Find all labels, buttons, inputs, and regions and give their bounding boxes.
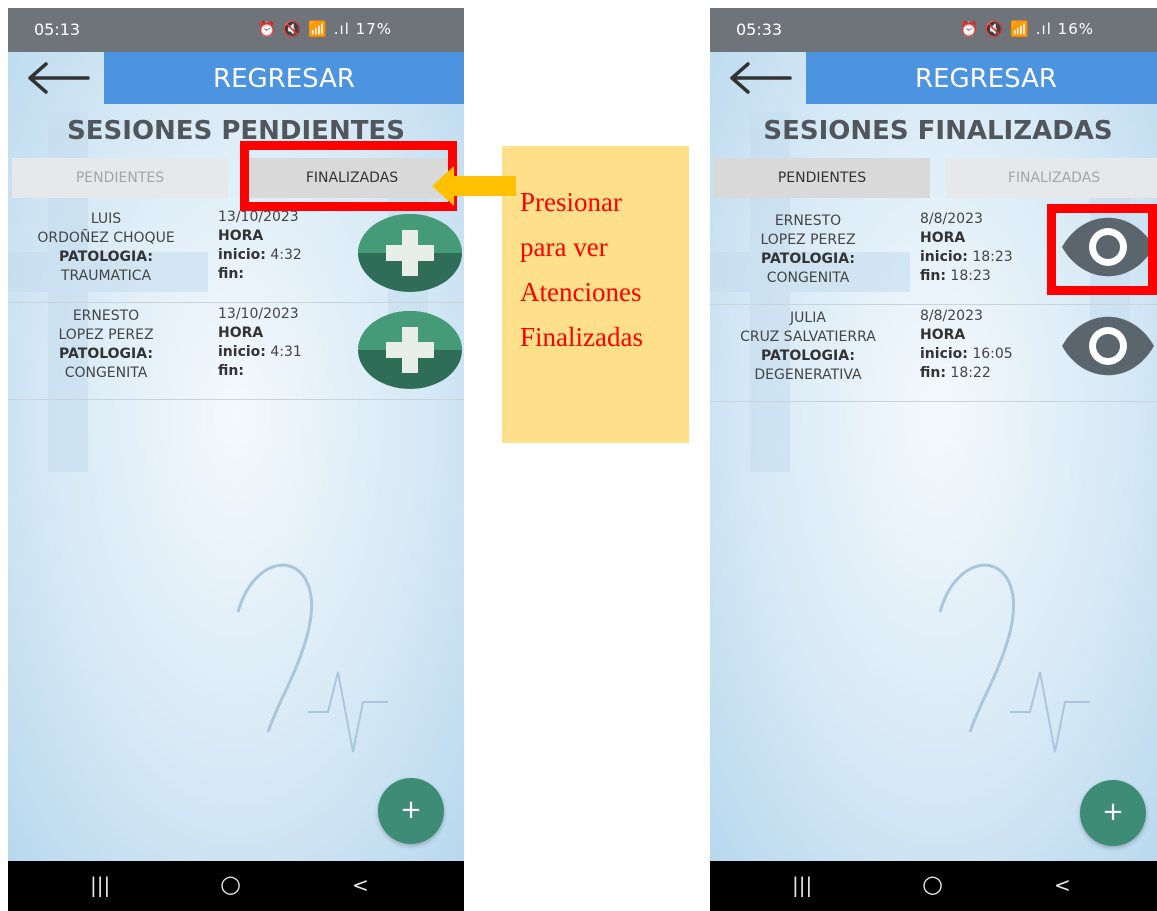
add-session-fab[interactable]: + (378, 778, 444, 844)
nav-back-icon[interactable]: < (352, 873, 369, 897)
pathology-value: DEGENERATIVA (754, 367, 862, 383)
regresar-button[interactable]: REGRESAR (104, 52, 464, 104)
pathology-label: PATOLOGIA: (761, 348, 855, 364)
patient-first-name: ERNESTO (72, 308, 140, 324)
top-bar: REGRESAR (8, 52, 464, 104)
recents-icon[interactable]: ||| (792, 873, 812, 897)
pathology-value: CONGENITA (766, 270, 850, 286)
status-bar: 05:33 ⏰ 🔇 📶 .ıl 16% (710, 8, 1157, 52)
patient-info: JULIA CRUZ SALVATIERRA PATOLOGIA: DEGENE… (710, 309, 906, 385)
pathology-label: PATOLOGIA: (59, 249, 153, 265)
highlight-box-eye-icon (1047, 204, 1157, 295)
fin-value: 18:22 (950, 365, 991, 381)
inicio-value: 4:31 (270, 344, 302, 360)
session-date: 13/10/2023 (218, 306, 299, 322)
session-date: 8/8/2023 (920, 211, 983, 227)
session-time-info: 8/8/2023 HORA inicio: 18:23 fin: 18:23 (920, 210, 1013, 286)
hora-label: HORA (920, 230, 966, 246)
highlight-box-finalizadas-tab (240, 141, 457, 211)
callout-arrow-icon (430, 164, 518, 212)
callout-line: Presionar (520, 187, 622, 217)
session-time-info: 13/10/2023 HORA inicio: 4:31 fin: (218, 305, 302, 381)
phone-screen-finalizadas: 05:33 ⏰ 🔇 📶 .ıl 16% REGRESAR SESIONES FI… (710, 8, 1157, 911)
callout-line: Atenciones (520, 277, 642, 307)
session-date: 8/8/2023 (920, 308, 983, 324)
add-attention-plus-icon[interactable] (358, 311, 462, 389)
top-bar: REGRESAR (710, 52, 1157, 104)
home-icon[interactable]: ○ (220, 870, 241, 898)
fin-value: 18:23 (950, 268, 991, 284)
callout-line: Finalizadas (520, 322, 643, 352)
inicio-label: inicio: (920, 249, 968, 265)
patient-info: LUIS ORDOÑEZ CHOQUE PATOLOGIA: TRAUMATIC… (8, 210, 204, 286)
view-attention-eye-icon[interactable] (1060, 311, 1156, 385)
nav-back-icon[interactable]: < (1054, 873, 1071, 897)
instruction-callout: Presionar para ver Atenciones Finalizada… (502, 146, 689, 443)
fin-label: fin: (218, 363, 244, 379)
hora-label: HORA (920, 327, 966, 343)
inicio-label: inicio: (920, 346, 968, 362)
patient-last-name: ORDOÑEZ CHOQUE (37, 230, 175, 246)
callout-text: Presionar para ver Atenciones Finalizada… (520, 180, 690, 360)
status-bar: 05:13 ⏰ 🔇 📶 .ıl 17% (8, 8, 464, 52)
tab-bar: PENDIENTES FINALIZADAS (710, 158, 1157, 198)
system-nav-bar: ||| ○ < (8, 861, 464, 911)
patient-info: ERNESTO LOPEZ PEREZ PATOLOGIA: CONGENITA (8, 307, 204, 383)
patient-last-name: CRUZ SALVATIERRA (740, 329, 876, 345)
fin-label: fin: (920, 268, 946, 284)
tab-finalizadas[interactable]: FINALIZADAS (946, 158, 1157, 198)
session-row: LUIS ORDOÑEZ CHOQUE PATOLOGIA: TRAUMATIC… (8, 206, 464, 303)
inicio-value: 16:05 (972, 346, 1013, 362)
regresar-button[interactable]: REGRESAR (806, 52, 1157, 104)
tab-pendientes[interactable]: PENDIENTES (714, 158, 930, 198)
recents-icon[interactable]: ||| (90, 873, 110, 897)
hora-label: HORA (218, 228, 264, 244)
status-icons: ⏰ 🔇 📶 .ıl 16% (959, 20, 1094, 38)
patient-info: ERNESTO LOPEZ PEREZ PATOLOGIA: CONGENITA (710, 212, 906, 288)
patient-first-name: ERNESTO (774, 213, 842, 229)
back-arrow-icon[interactable] (710, 52, 806, 104)
inicio-label: inicio: (218, 247, 266, 263)
pathology-value: CONGENITA (64, 365, 148, 381)
inicio-value: 4:32 (270, 247, 302, 263)
status-time: 05:33 (736, 20, 783, 39)
add-attention-plus-icon[interactable] (358, 214, 462, 292)
session-row: ERNESTO LOPEZ PEREZ PATOLOGIA: CONGENITA… (8, 303, 464, 400)
home-icon[interactable]: ○ (922, 870, 943, 898)
patient-first-name: JULIA (790, 310, 826, 326)
patient-last-name: LOPEZ PEREZ (760, 232, 856, 248)
hora-label: HORA (218, 325, 264, 341)
page-title: SESIONES FINALIZADAS (763, 116, 1113, 146)
patient-first-name: LUIS (90, 211, 122, 227)
tab-pendientes[interactable]: PENDIENTES (12, 158, 228, 198)
inicio-label: inicio: (218, 344, 266, 360)
pathology-value: TRAUMATICA (60, 268, 152, 284)
session-time-info: 8/8/2023 HORA inicio: 16:05 fin: 18:22 (920, 307, 1013, 383)
pathology-label: PATOLOGIA: (59, 346, 153, 362)
status-icons: ⏰ 🔇 📶 .ıl 17% (257, 20, 392, 38)
session-time-info: 13/10/2023 HORA inicio: 4:32 fin: (218, 208, 302, 284)
patient-last-name: LOPEZ PEREZ (58, 327, 154, 343)
fin-label: fin: (920, 365, 946, 381)
session-row: JULIA CRUZ SALVATIERRA PATOLOGIA: DEGENE… (710, 305, 1157, 402)
back-arrow-icon[interactable] (8, 52, 104, 104)
inicio-value: 18:23 (972, 249, 1013, 265)
pathology-label: PATOLOGIA: (761, 251, 855, 267)
system-nav-bar: ||| ○ < (710, 861, 1157, 911)
add-session-fab[interactable]: + (1080, 780, 1146, 846)
callout-line: para ver (520, 232, 608, 262)
status-time: 05:13 (34, 20, 81, 39)
fin-label: fin: (218, 266, 244, 282)
